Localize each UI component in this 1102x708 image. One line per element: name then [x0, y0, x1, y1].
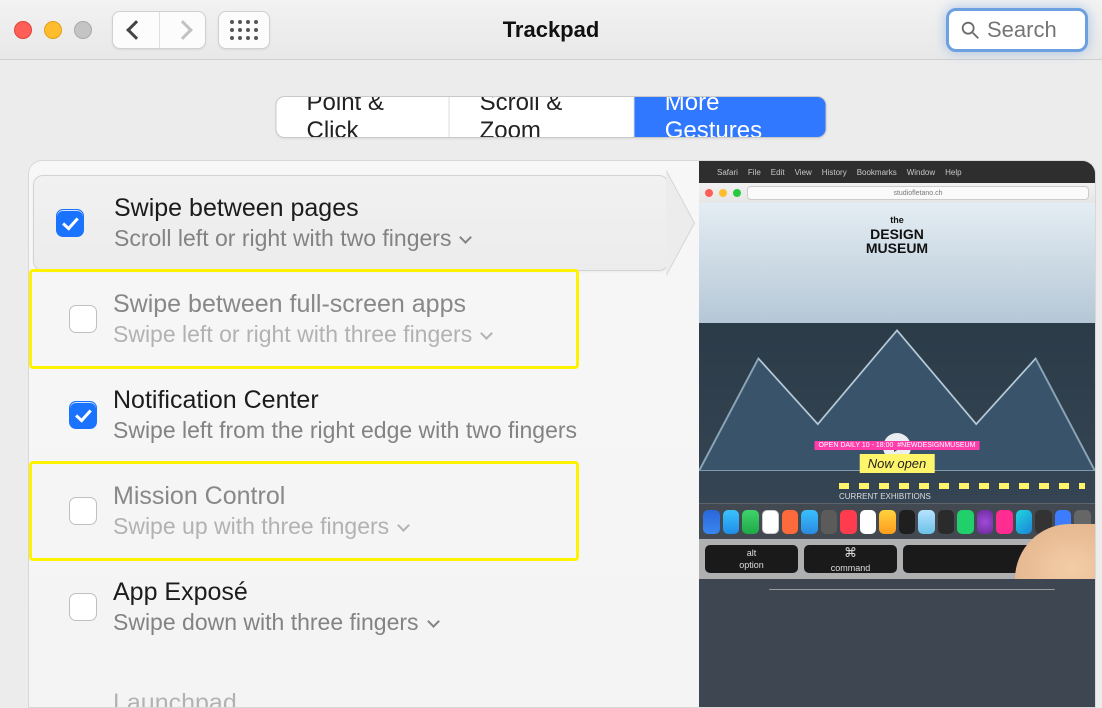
command-symbol-icon: ⌘	[844, 545, 857, 561]
option-mission-control[interactable]: Mission Control Swipe up with three fing…	[47, 463, 655, 559]
checkbox-swipe-between-pages[interactable]	[56, 209, 84, 237]
gesture-preview: Safari File Edit View History Bookmarks …	[699, 161, 1095, 707]
preview-promo-tag: OPEN DAILY 10 - 18:00 #NEWDESIGNMUSEUM	[815, 441, 980, 450]
trackpad-surface	[769, 589, 1055, 590]
key-label: command	[831, 563, 871, 573]
key-option: alt option	[705, 545, 798, 573]
chevron-down-icon	[427, 615, 440, 628]
option-title: Launchpad	[113, 689, 655, 708]
preview-strip	[839, 483, 1085, 489]
key-label: option	[739, 560, 764, 570]
highlight-box	[29, 269, 579, 369]
preview-dock	[699, 503, 1095, 539]
tab-point-and-click[interactable]: Point & Click	[277, 97, 450, 137]
option-title: Swipe between full-screen apps	[113, 290, 655, 319]
option-title: Notification Center	[113, 386, 655, 415]
tabbar: Point & Click Scroll & Zoom More Gesture…	[276, 96, 827, 138]
option-subtitle-dropdown[interactable]: Swipe up with three fingers	[113, 513, 655, 540]
chevron-down-icon	[480, 327, 493, 340]
key-label: alt	[747, 548, 757, 558]
preview-now-open: Now open	[860, 454, 935, 473]
chevron-down-icon	[460, 231, 473, 244]
checkbox-swipe-fullscreen-apps[interactable]	[69, 305, 97, 333]
preview-hero: the DESIGN MUSEUM OPEN DAILY 10 - 18:00 …	[699, 203, 1095, 503]
show-all-prefs-button[interactable]	[218, 11, 270, 49]
option-subtitle: Swipe left from the right edge with two …	[113, 417, 655, 444]
search-field[interactable]	[946, 8, 1088, 52]
preview-browser-chrome: studiofletano.ch	[699, 183, 1095, 203]
minimize-window-button[interactable]	[44, 21, 62, 39]
grid-icon	[230, 20, 258, 40]
highlight-box	[29, 461, 579, 561]
preview-exhibitions: CURRENT EXHIBITIONS	[839, 492, 931, 501]
option-launchpad[interactable]: Launchpad	[47, 655, 655, 708]
content-panel: Swipe between pages Scroll left or right…	[28, 160, 1096, 708]
checkbox-mission-control[interactable]	[69, 497, 97, 525]
back-button[interactable]	[113, 12, 159, 48]
preview-brand: the DESIGN MUSEUM	[866, 213, 928, 255]
search-input[interactable]	[987, 17, 1075, 43]
tab-scroll-and-zoom[interactable]: Scroll & Zoom	[450, 97, 635, 137]
gesture-options-list: Swipe between pages Scroll left or right…	[29, 161, 669, 707]
option-title: App Exposé	[113, 578, 655, 607]
option-swipe-between-pages[interactable]: Swipe between pages Scroll left or right…	[33, 175, 669, 271]
window-controls	[14, 21, 92, 39]
option-subtitle-dropdown[interactable]: Scroll left or right with two fingers	[114, 225, 628, 252]
toolbar: Trackpad	[0, 0, 1102, 60]
option-subtitle: Scroll left or right with two fingers	[114, 225, 451, 252]
tab-more-gestures[interactable]: More Gestures	[635, 97, 826, 137]
nav-back-forward	[112, 11, 206, 49]
option-subtitle: Swipe down with three fingers	[113, 609, 419, 636]
chevron-down-icon	[397, 519, 410, 532]
option-title: Swipe between pages	[114, 194, 628, 223]
option-title: Mission Control	[113, 482, 655, 511]
option-subtitle: Swipe left or right with three fingers	[113, 321, 472, 348]
preview-menubar: Safari File Edit View History Bookmarks …	[699, 161, 1095, 183]
option-subtitle: Swipe up with three fingers	[113, 513, 389, 540]
forward-button[interactable]	[159, 12, 205, 48]
main: Point & Click Scroll & Zoom More Gesture…	[0, 60, 1102, 708]
checkbox-app-expose[interactable]	[69, 593, 97, 621]
option-subtitle-dropdown[interactable]: Swipe left or right with three fingers	[113, 321, 655, 348]
zoom-window-button[interactable]	[74, 21, 92, 39]
option-app-expose[interactable]: App Exposé Swipe down with three fingers	[47, 559, 655, 655]
option-notification-center[interactable]: Notification Center Swipe left from the …	[47, 367, 655, 463]
preview-url: studiofletano.ch	[747, 186, 1089, 200]
checkbox-notification-center[interactable]	[69, 401, 97, 429]
search-icon	[959, 19, 981, 41]
option-swipe-fullscreen-apps[interactable]: Swipe between full-screen apps Swipe lef…	[47, 271, 655, 367]
chevron-left-icon	[126, 20, 146, 40]
key-command: ⌘ command	[804, 545, 897, 573]
close-window-button[interactable]	[14, 21, 32, 39]
chevron-right-icon	[173, 20, 193, 40]
option-subtitle-dropdown[interactable]: Swipe down with three fingers	[113, 609, 655, 636]
